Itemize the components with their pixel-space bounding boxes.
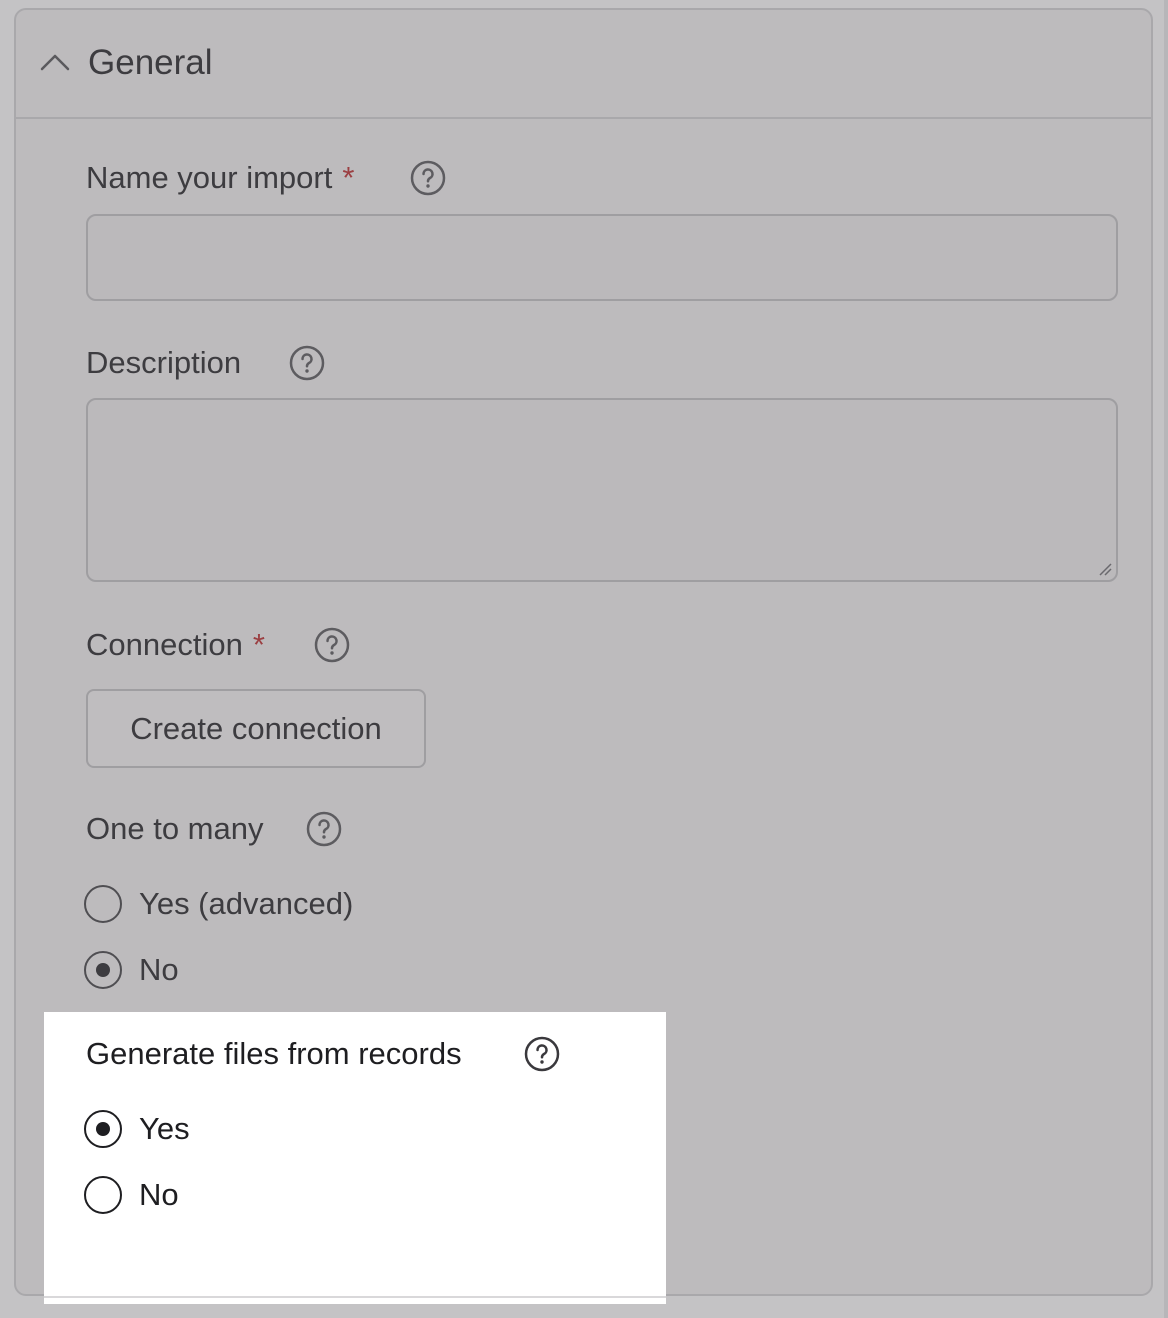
divider xyxy=(44,1296,666,1298)
radio-label[interactable]: Yes (advanced) xyxy=(139,885,353,923)
generate-files-section: Generate files from records Yes No xyxy=(44,1012,666,1304)
name-label-text: Name your import xyxy=(86,160,333,195)
required-mark: * xyxy=(252,627,265,662)
help-icon[interactable] xyxy=(410,160,446,196)
help-icon[interactable] xyxy=(306,811,342,847)
generate-files-label: Generate files from records xyxy=(86,1036,462,1071)
connection-label-text: Connection xyxy=(86,627,243,662)
connection-field-label: Connection * xyxy=(86,627,265,663)
help-icon[interactable] xyxy=(524,1036,560,1072)
resize-handle-icon[interactable] xyxy=(1098,562,1112,576)
radio-label[interactable]: No xyxy=(139,1176,179,1214)
radio-button[interactable] xyxy=(84,885,122,923)
create-connection-button[interactable]: Create connection xyxy=(86,689,426,768)
description-textarea[interactable] xyxy=(86,398,1118,582)
description-label: Description xyxy=(86,345,242,380)
scrollbar-edge xyxy=(1164,0,1168,1318)
radio-button-selected[interactable] xyxy=(84,951,122,989)
help-icon[interactable] xyxy=(314,627,350,663)
panel-header[interactable]: General xyxy=(16,10,1151,119)
radio-button-selected[interactable] xyxy=(84,1110,122,1148)
one-to-many-label: One to many xyxy=(86,811,264,846)
radio-label[interactable]: No xyxy=(139,951,179,989)
radio-button[interactable] xyxy=(84,1176,122,1214)
panel-title: General xyxy=(88,43,213,82)
chevron-up-icon[interactable] xyxy=(40,52,70,72)
help-icon[interactable] xyxy=(289,345,325,381)
name-field-label: Name your import * xyxy=(86,160,354,196)
name-input[interactable] xyxy=(86,214,1118,301)
required-mark: * xyxy=(342,160,355,195)
radio-label[interactable]: Yes xyxy=(139,1110,190,1148)
